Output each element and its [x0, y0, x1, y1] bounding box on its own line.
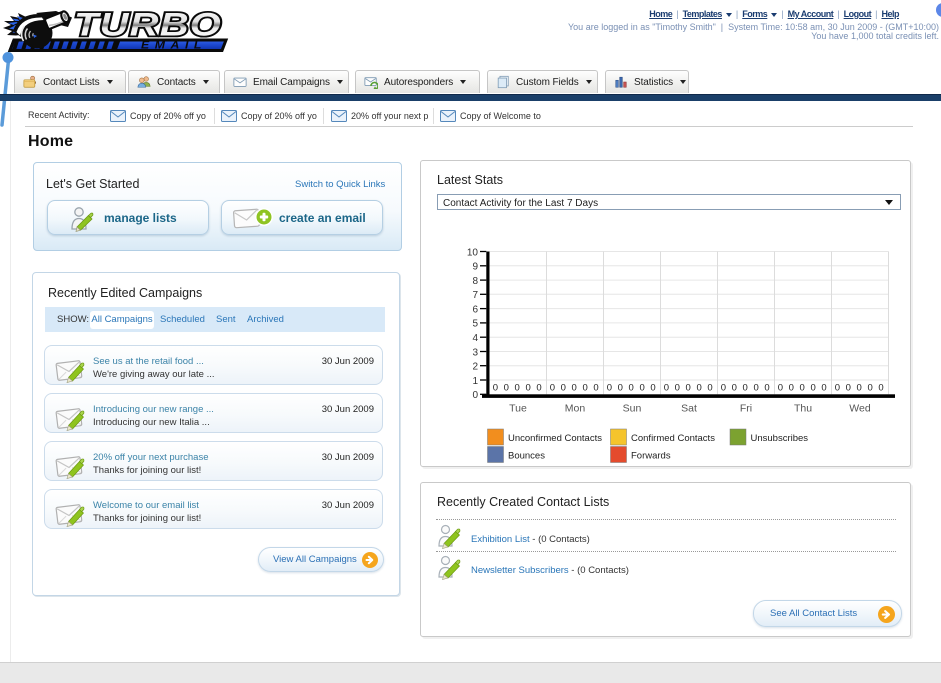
- svg-text:0: 0: [582, 382, 587, 393]
- svg-text:6: 6: [472, 304, 478, 315]
- svg-text:0: 0: [561, 382, 566, 393]
- svg-text:0: 0: [810, 382, 815, 393]
- svg-text:5: 5: [472, 319, 478, 330]
- svg-text:Wed: Wed: [849, 402, 871, 414]
- svg-text:0: 0: [629, 382, 634, 393]
- svg-text:0: 0: [472, 390, 478, 401]
- svg-text:7: 7: [472, 290, 478, 301]
- svg-text:Fri: Fri: [740, 402, 752, 414]
- svg-text:Forwards: Forwards: [631, 451, 671, 462]
- svg-text:TURBO: TURBO: [74, 7, 222, 43]
- svg-text:0: 0: [639, 382, 644, 393]
- svg-text:0: 0: [664, 382, 669, 393]
- svg-text:0: 0: [675, 382, 680, 393]
- svg-text:0: 0: [867, 382, 872, 393]
- svg-text:0: 0: [618, 382, 623, 393]
- svg-text:0: 0: [572, 382, 577, 393]
- svg-text:0: 0: [857, 382, 862, 393]
- svg-text:0: 0: [536, 382, 541, 393]
- svg-text:0: 0: [721, 382, 726, 393]
- svg-text:Sun: Sun: [623, 402, 642, 414]
- svg-text:0: 0: [515, 382, 520, 393]
- svg-text:Bounces: Bounces: [508, 451, 545, 462]
- svg-text:0: 0: [878, 382, 883, 393]
- svg-text:0: 0: [821, 382, 826, 393]
- svg-text:0: 0: [593, 382, 598, 393]
- svg-text:0: 0: [504, 382, 509, 393]
- svg-text:0: 0: [686, 382, 691, 393]
- svg-text:Unsubscribes: Unsubscribes: [751, 433, 809, 444]
- svg-text:0: 0: [493, 382, 498, 393]
- svg-text:0: 0: [835, 382, 840, 393]
- svg-text:1: 1: [472, 376, 478, 387]
- svg-text:0: 0: [707, 382, 712, 393]
- svg-text:0: 0: [525, 382, 530, 393]
- svg-text:0: 0: [550, 382, 555, 393]
- svg-text:0: 0: [846, 382, 851, 393]
- svg-text:0: 0: [696, 382, 701, 393]
- svg-text:Unconfirmed Contacts: Unconfirmed Contacts: [508, 433, 602, 444]
- svg-text:Sat: Sat: [681, 402, 697, 414]
- svg-text:2: 2: [472, 362, 478, 373]
- svg-text:0: 0: [732, 382, 737, 393]
- svg-text:0: 0: [650, 382, 655, 393]
- svg-text:Thu: Thu: [794, 402, 812, 414]
- svg-text:0: 0: [778, 382, 783, 393]
- svg-text:4: 4: [472, 333, 478, 344]
- svg-text:0: 0: [607, 382, 612, 393]
- svg-text:8: 8: [472, 276, 478, 287]
- svg-text:3: 3: [472, 347, 478, 358]
- svg-text:0: 0: [753, 382, 758, 393]
- svg-text:9: 9: [472, 262, 478, 273]
- svg-text:0: 0: [764, 382, 769, 393]
- svg-text:0: 0: [800, 382, 805, 393]
- svg-text:Mon: Mon: [565, 402, 586, 414]
- svg-text:0: 0: [789, 382, 794, 393]
- svg-text:Tue: Tue: [509, 402, 527, 414]
- svg-text:10: 10: [467, 247, 479, 258]
- svg-text:Confirmed Contacts: Confirmed Contacts: [631, 433, 715, 444]
- svg-text:0: 0: [743, 382, 748, 393]
